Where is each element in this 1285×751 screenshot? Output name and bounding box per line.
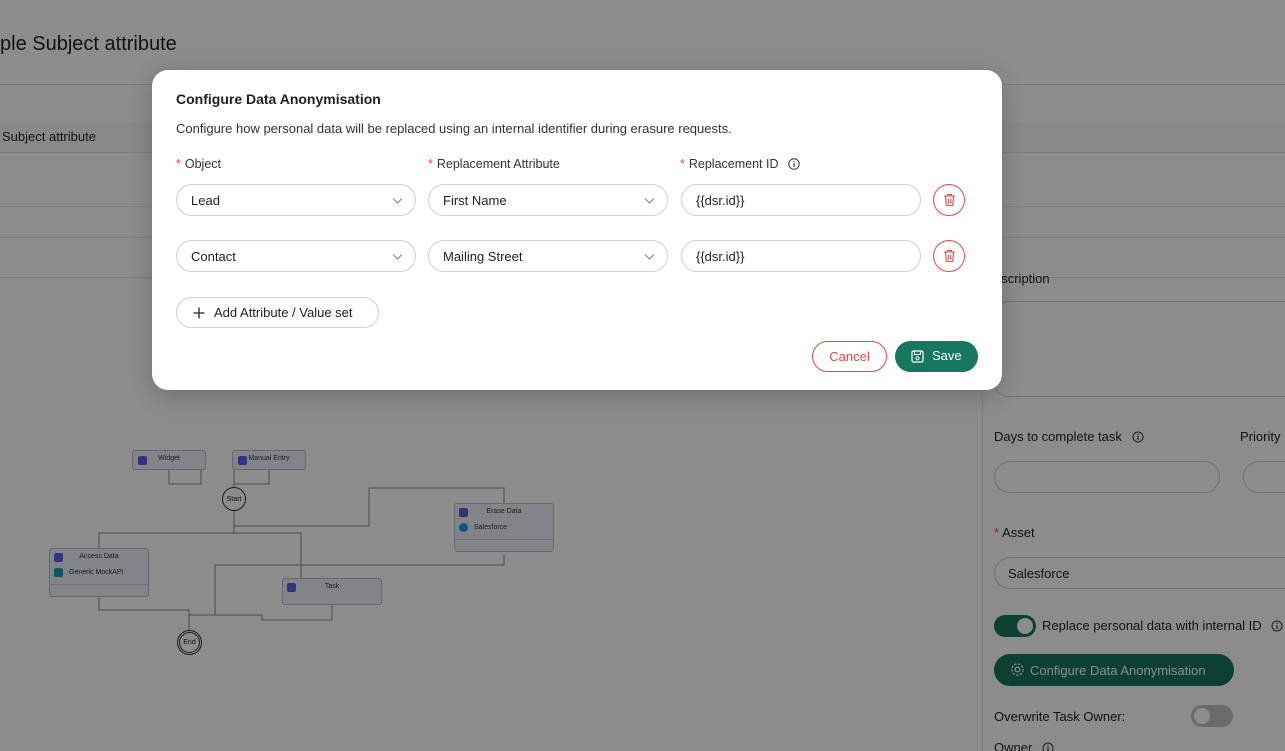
replacement-id-value: {{dsr.id}}: [696, 249, 745, 264]
chevron-down-icon: [392, 198, 403, 204]
modal-title: Configure Data Anonymisation: [176, 91, 381, 107]
configure-data-anonymisation-modal: Configure Data Anonymisation Configure h…: [152, 70, 1002, 390]
save-button-label: Save: [932, 348, 962, 363]
chevron-down-icon: [644, 198, 655, 204]
delete-row-button[interactable]: [933, 184, 965, 216]
object-select-value: Contact: [191, 249, 236, 264]
replacement-attribute-select[interactable]: Mailing Street: [428, 240, 668, 272]
save-button[interactable]: Save: [895, 341, 978, 372]
replacement-id-input[interactable]: {{dsr.id}}: [681, 184, 921, 216]
plus-icon: [193, 307, 205, 319]
object-select[interactable]: Lead: [176, 184, 416, 216]
replacement-attribute-column-text: Replacement Attribute: [436, 157, 560, 171]
trash-icon: [944, 193, 955, 207]
replacement-attribute-select[interactable]: First Name: [428, 184, 668, 216]
replacement-id-column-text: Replacement ID: [688, 157, 779, 171]
save-icon: [911, 350, 924, 363]
info-icon[interactable]: [788, 158, 800, 170]
modal-description: Configure how personal data will be repl…: [176, 121, 732, 136]
object-column-label: * Object: [176, 157, 222, 171]
add-attribute-value-set-button[interactable]: Add Attribute / Value set: [176, 297, 379, 328]
replacement-id-column-label: * Replacement ID: [680, 157, 800, 171]
trash-icon: [944, 249, 955, 263]
object-select-value: Lead: [191, 193, 220, 208]
chevron-down-icon: [644, 254, 655, 260]
replacement-attribute-value: First Name: [443, 193, 507, 208]
delete-row-button[interactable]: [933, 240, 965, 272]
replacement-attribute-column-label: * Replacement Attribute: [428, 157, 560, 171]
add-button-label: Add Attribute / Value set: [214, 305, 353, 320]
cancel-button[interactable]: Cancel: [812, 341, 887, 372]
object-select[interactable]: Contact: [176, 240, 416, 272]
replacement-id-input[interactable]: {{dsr.id}}: [681, 240, 921, 272]
replacement-id-value: {{dsr.id}}: [696, 193, 745, 208]
replacement-attribute-value: Mailing Street: [443, 249, 523, 264]
object-column-text: Object: [184, 157, 222, 171]
chevron-down-icon: [392, 254, 403, 260]
